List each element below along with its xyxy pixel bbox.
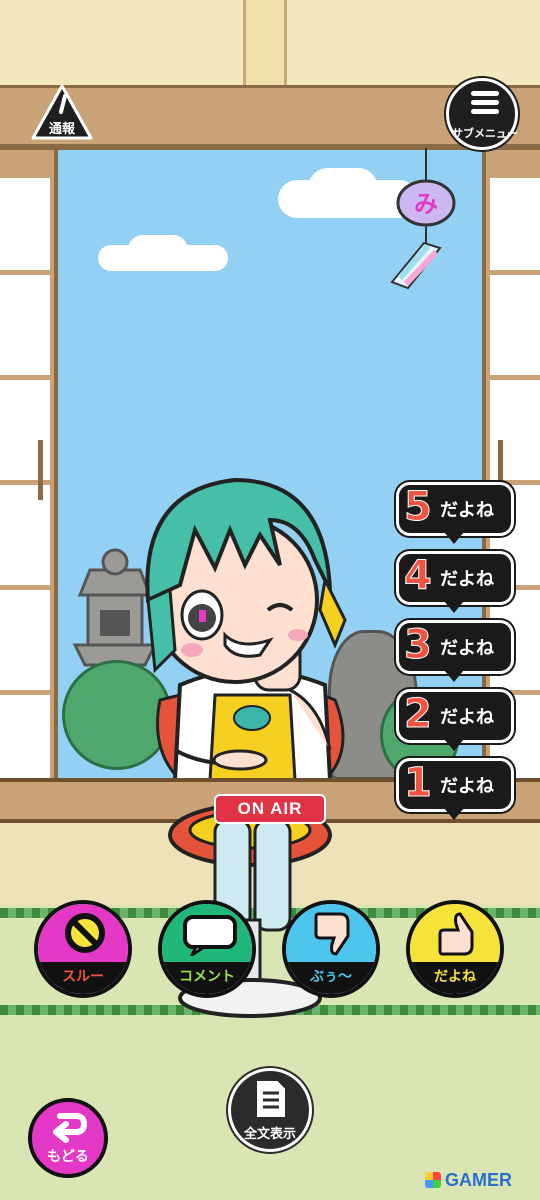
report-button[interactable]: 通報 bbox=[30, 82, 94, 142]
rating-2-button[interactable]: 2 だよね bbox=[396, 689, 514, 751]
thumbs-down-icon bbox=[314, 912, 350, 956]
rating-label: だよね bbox=[440, 569, 494, 590]
submenu-button[interactable]: サブメニュー bbox=[446, 78, 518, 150]
rating-label: だよね bbox=[440, 638, 494, 659]
boo-button[interactable]: ぶぅ〜 bbox=[282, 900, 380, 998]
gamer-logo-icon bbox=[425, 1172, 441, 1188]
comment-button[interactable]: コメント bbox=[158, 900, 256, 998]
agree-button[interactable]: だよね bbox=[406, 900, 504, 998]
submenu-label: サブメニュー bbox=[452, 127, 518, 140]
wind-chime: み bbox=[390, 148, 456, 290]
rating-3-button[interactable]: 3 だよね bbox=[396, 620, 514, 682]
watermark: GAMER bbox=[425, 1170, 512, 1194]
rating-number: 4 bbox=[404, 553, 433, 600]
rating-number: 2 bbox=[404, 691, 433, 738]
return-arrow-icon bbox=[53, 1113, 88, 1143]
hamburger-icon bbox=[471, 91, 499, 118]
watermark-text: GAMER bbox=[445, 1170, 512, 1190]
back-label: もどる bbox=[47, 1149, 89, 1165]
skip-button[interactable]: スルー bbox=[34, 900, 132, 998]
speech-bubble-icon bbox=[183, 915, 237, 956]
fulltext-label: 全文表示 bbox=[243, 1127, 296, 1142]
rating-1-button[interactable]: 1 だよね bbox=[396, 758, 514, 820]
back-button[interactable]: もどる bbox=[28, 1098, 108, 1178]
skip-label: スルー bbox=[62, 969, 104, 985]
comment-label: コメント bbox=[179, 969, 235, 985]
rating-label: だよね bbox=[440, 707, 494, 728]
rating-list: 5 だよね 4 だよね 3 だよね 2 だよね 1 だよね bbox=[396, 482, 518, 827]
no-entry-icon bbox=[65, 913, 105, 953]
rating-number: 5 bbox=[404, 484, 433, 531]
rating-number: 1 bbox=[404, 760, 433, 807]
wind-chime-glyph: み bbox=[414, 190, 438, 218]
rating-label: だよね bbox=[440, 776, 494, 797]
rating-4-button[interactable]: 4 だよね bbox=[396, 551, 514, 613]
rating-number: 3 bbox=[404, 622, 433, 669]
fulltext-button[interactable]: 全文表示 bbox=[228, 1068, 312, 1152]
report-label: 通報 bbox=[48, 122, 75, 137]
rating-label: だよね bbox=[440, 500, 494, 521]
ceiling-post bbox=[243, 0, 287, 90]
thumbs-up-icon bbox=[438, 912, 474, 956]
rating-5-button[interactable]: 5 だよね bbox=[396, 482, 514, 544]
agree-label: だよね bbox=[434, 969, 476, 985]
on-air-badge: ON AIR bbox=[216, 796, 324, 822]
boo-label: ぶぅ〜 bbox=[310, 969, 352, 985]
document-icon bbox=[257, 1081, 285, 1117]
